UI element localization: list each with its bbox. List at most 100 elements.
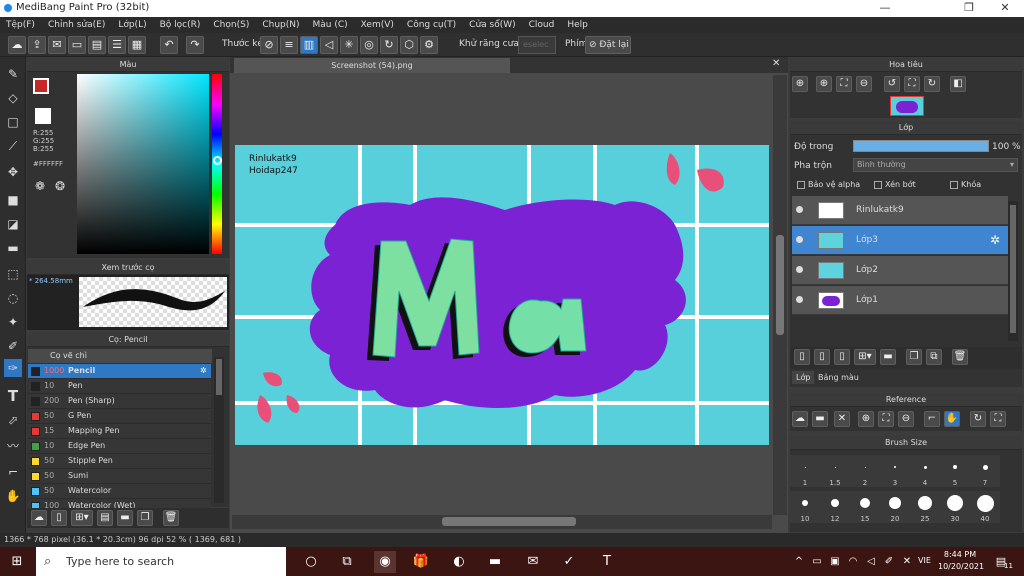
merge-layer-icon[interactable]: ⧉ [926,349,942,365]
menu-snap[interactable]: Chụp(N) [262,20,299,30]
layer-row[interactable]: Lớp1 [792,286,1008,315]
new-layer-icon[interactable]: ▯ [794,349,810,365]
parallel-ruler-icon[interactable]: ≡ [280,36,298,54]
duplicate-brush-icon[interactable]: ❐ [137,510,153,526]
concentric-icon[interactable]: ◎ [360,36,378,54]
tab-close-icon[interactable]: ✕ [772,58,780,69]
rotate-left-icon[interactable]: ↺ [884,76,900,92]
edge-icon[interactable]: ◐ [448,551,470,573]
brush-size-cell[interactable]: 5 [940,455,970,487]
tab-color-palette[interactable]: Bảng màu [814,371,863,384]
vertical-scrollbar[interactable] [773,75,787,515]
brush-size-cell[interactable]: 10 [790,491,820,523]
menu-file[interactable]: Tệp(F) [6,20,35,30]
brush-property-icon[interactable]: ▤ [97,510,113,526]
zoom-in-2-icon[interactable]: ⊕ [816,76,832,92]
language-indicator[interactable]: VIE [918,556,931,565]
reference-zoom-out-icon[interactable]: ⊖ [898,411,914,427]
delete-brush-icon[interactable]: 🗑 [163,510,179,526]
tab-layer[interactable]: Lớp [792,371,815,384]
select-eraser-tool-icon[interactable]: ✑ [4,359,22,377]
menu-layer[interactable]: Lớp(L) [118,20,146,30]
clock[interactable]: 8:44 PM 10/20/2021 [938,549,984,573]
fit-icon[interactable]: ⛶ [836,76,852,92]
add-layer-menu-icon[interactable]: ⊞▾ [854,349,876,365]
medibang-icon[interactable]: ✓ [558,551,580,573]
eye-icon[interactable] [796,296,803,303]
layer-settings-icon[interactable]: ✲ [990,233,1000,247]
reset-button[interactable]: ⊘ Đặt lại [585,36,631,54]
layer-row[interactable]: Rinlukatk9 [792,196,1008,225]
brush-size-cell[interactable]: 20 [880,491,910,523]
minimize-button[interactable]: — [862,0,908,17]
brush-settings-icon[interactable]: ✲ [200,364,207,378]
brush-folder-icon[interactable]: ▬ [117,510,133,526]
undo-icon[interactable]: ↶ [160,36,178,54]
file-explorer-icon[interactable]: ▬ [484,551,506,573]
brush-size-cell[interactable]: 1.5 [820,455,850,487]
taskbar-search[interactable]: ⌕ Type here to search [36,547,286,576]
cloud-brush-icon[interactable]: ☁ [31,510,47,526]
fit-screen-icon[interactable]: ⛶ [904,76,920,92]
background-color-swatch[interactable] [35,108,51,124]
no-ruler-icon[interactable]: ⊘ [260,36,278,54]
new-layer-3-icon[interactable]: ▯ [834,349,850,365]
brush-size-cell[interactable]: 12 [820,491,850,523]
brush-list-item[interactable]: 50 G Pen [28,409,211,424]
brush-size-cell[interactable]: 25 [910,491,940,523]
brush-size-cell[interactable]: 40 [970,491,1000,523]
layer-folder-icon[interactable]: ▬ [880,349,896,365]
brush-list-item[interactable]: 200 Pen (Sharp) [28,394,211,409]
select-rect-tool-icon[interactable]: ⬚ [4,265,22,283]
blur-tool-icon[interactable]: 〰 [4,437,22,455]
eye-icon[interactable] [796,206,803,213]
brush-list-item[interactable]: 50 Watercolor [28,484,211,499]
reference-rotate-icon[interactable]: ↻ [970,411,986,427]
close-button[interactable]: ✕ [982,0,1024,17]
reference-eyedropper-icon[interactable]: ⌐ [924,411,940,427]
rectangle-tool-icon[interactable]: □ [4,113,22,131]
lock-checkbox[interactable] [950,181,958,189]
brush-list-scrollbar[interactable] [214,357,224,503]
palette-add-icon[interactable]: ❂ [55,179,65,193]
rotate-right-icon[interactable]: ↻ [924,76,940,92]
chat-icon[interactable]: ▭ [68,36,86,54]
teams-icon[interactable]: T [596,551,618,573]
gift-icon[interactable]: 🎁 [410,551,432,573]
move-tool-icon[interactable]: ✥ [4,163,22,181]
brush-list-item[interactable]: 50 Sumi [28,469,211,484]
reference-open-icon[interactable]: ▬ [812,411,828,427]
navigator-thumbnail[interactable] [890,96,924,116]
task-view-icon[interactable]: ⧉ [336,551,358,573]
add-brush-icon[interactable]: ⊞▾ [71,510,93,526]
new-brush-icon[interactable]: ▯ [51,510,67,526]
cortana-icon[interactable]: ○ [300,551,322,573]
menu-tools[interactable]: Công cụ(T) [407,20,456,30]
chrome-icon[interactable]: ◉ [374,551,396,573]
perspective-icon[interactable]: ◁ [320,36,338,54]
brush-list-item[interactable]: 10 Pen [28,379,211,394]
hand-tool-icon[interactable]: ✋ [4,487,22,505]
magic-wand-tool-icon[interactable]: ✦ [4,313,22,331]
menu-edit[interactable]: Chỉnh sửa(E) [48,20,105,30]
cloud-icon[interactable]: ☁ [8,36,26,54]
new-layer-2-icon[interactable]: ▯ [814,349,830,365]
brush-group-header[interactable]: Cọ vẽ chì [28,349,212,363]
color-gradient-picker[interactable] [77,74,209,254]
fill-rect-tool-icon[interactable]: ■ [4,191,22,209]
duplicate-layer-icon[interactable]: ❐ [906,349,922,365]
selection-field[interactable]: eselec [518,36,556,54]
reference-fit-screen-icon[interactable]: ⛶ [990,411,1006,427]
flip-icon[interactable]: ◧ [950,76,966,92]
horizontal-scrollbar[interactable] [232,515,772,529]
eyedropper-tool-icon[interactable]: ⌐ [4,463,22,481]
reference-zoom-in-icon[interactable]: ⊕ [858,411,874,427]
clipping-checkbox[interactable] [874,181,882,189]
polygon-icon[interactable]: ⬡ [400,36,418,54]
document-tab[interactable]: Screenshot (54).png [234,58,510,73]
share-icon[interactable]: ⇪ [28,36,46,54]
bucket-tool-icon[interactable]: ◪ [4,215,22,233]
gradient-tool-icon[interactable]: ▬ [4,239,22,257]
brush-size-cell[interactable]: 1 [790,455,820,487]
brush-tool-icon[interactable]: ✎ [4,65,22,83]
